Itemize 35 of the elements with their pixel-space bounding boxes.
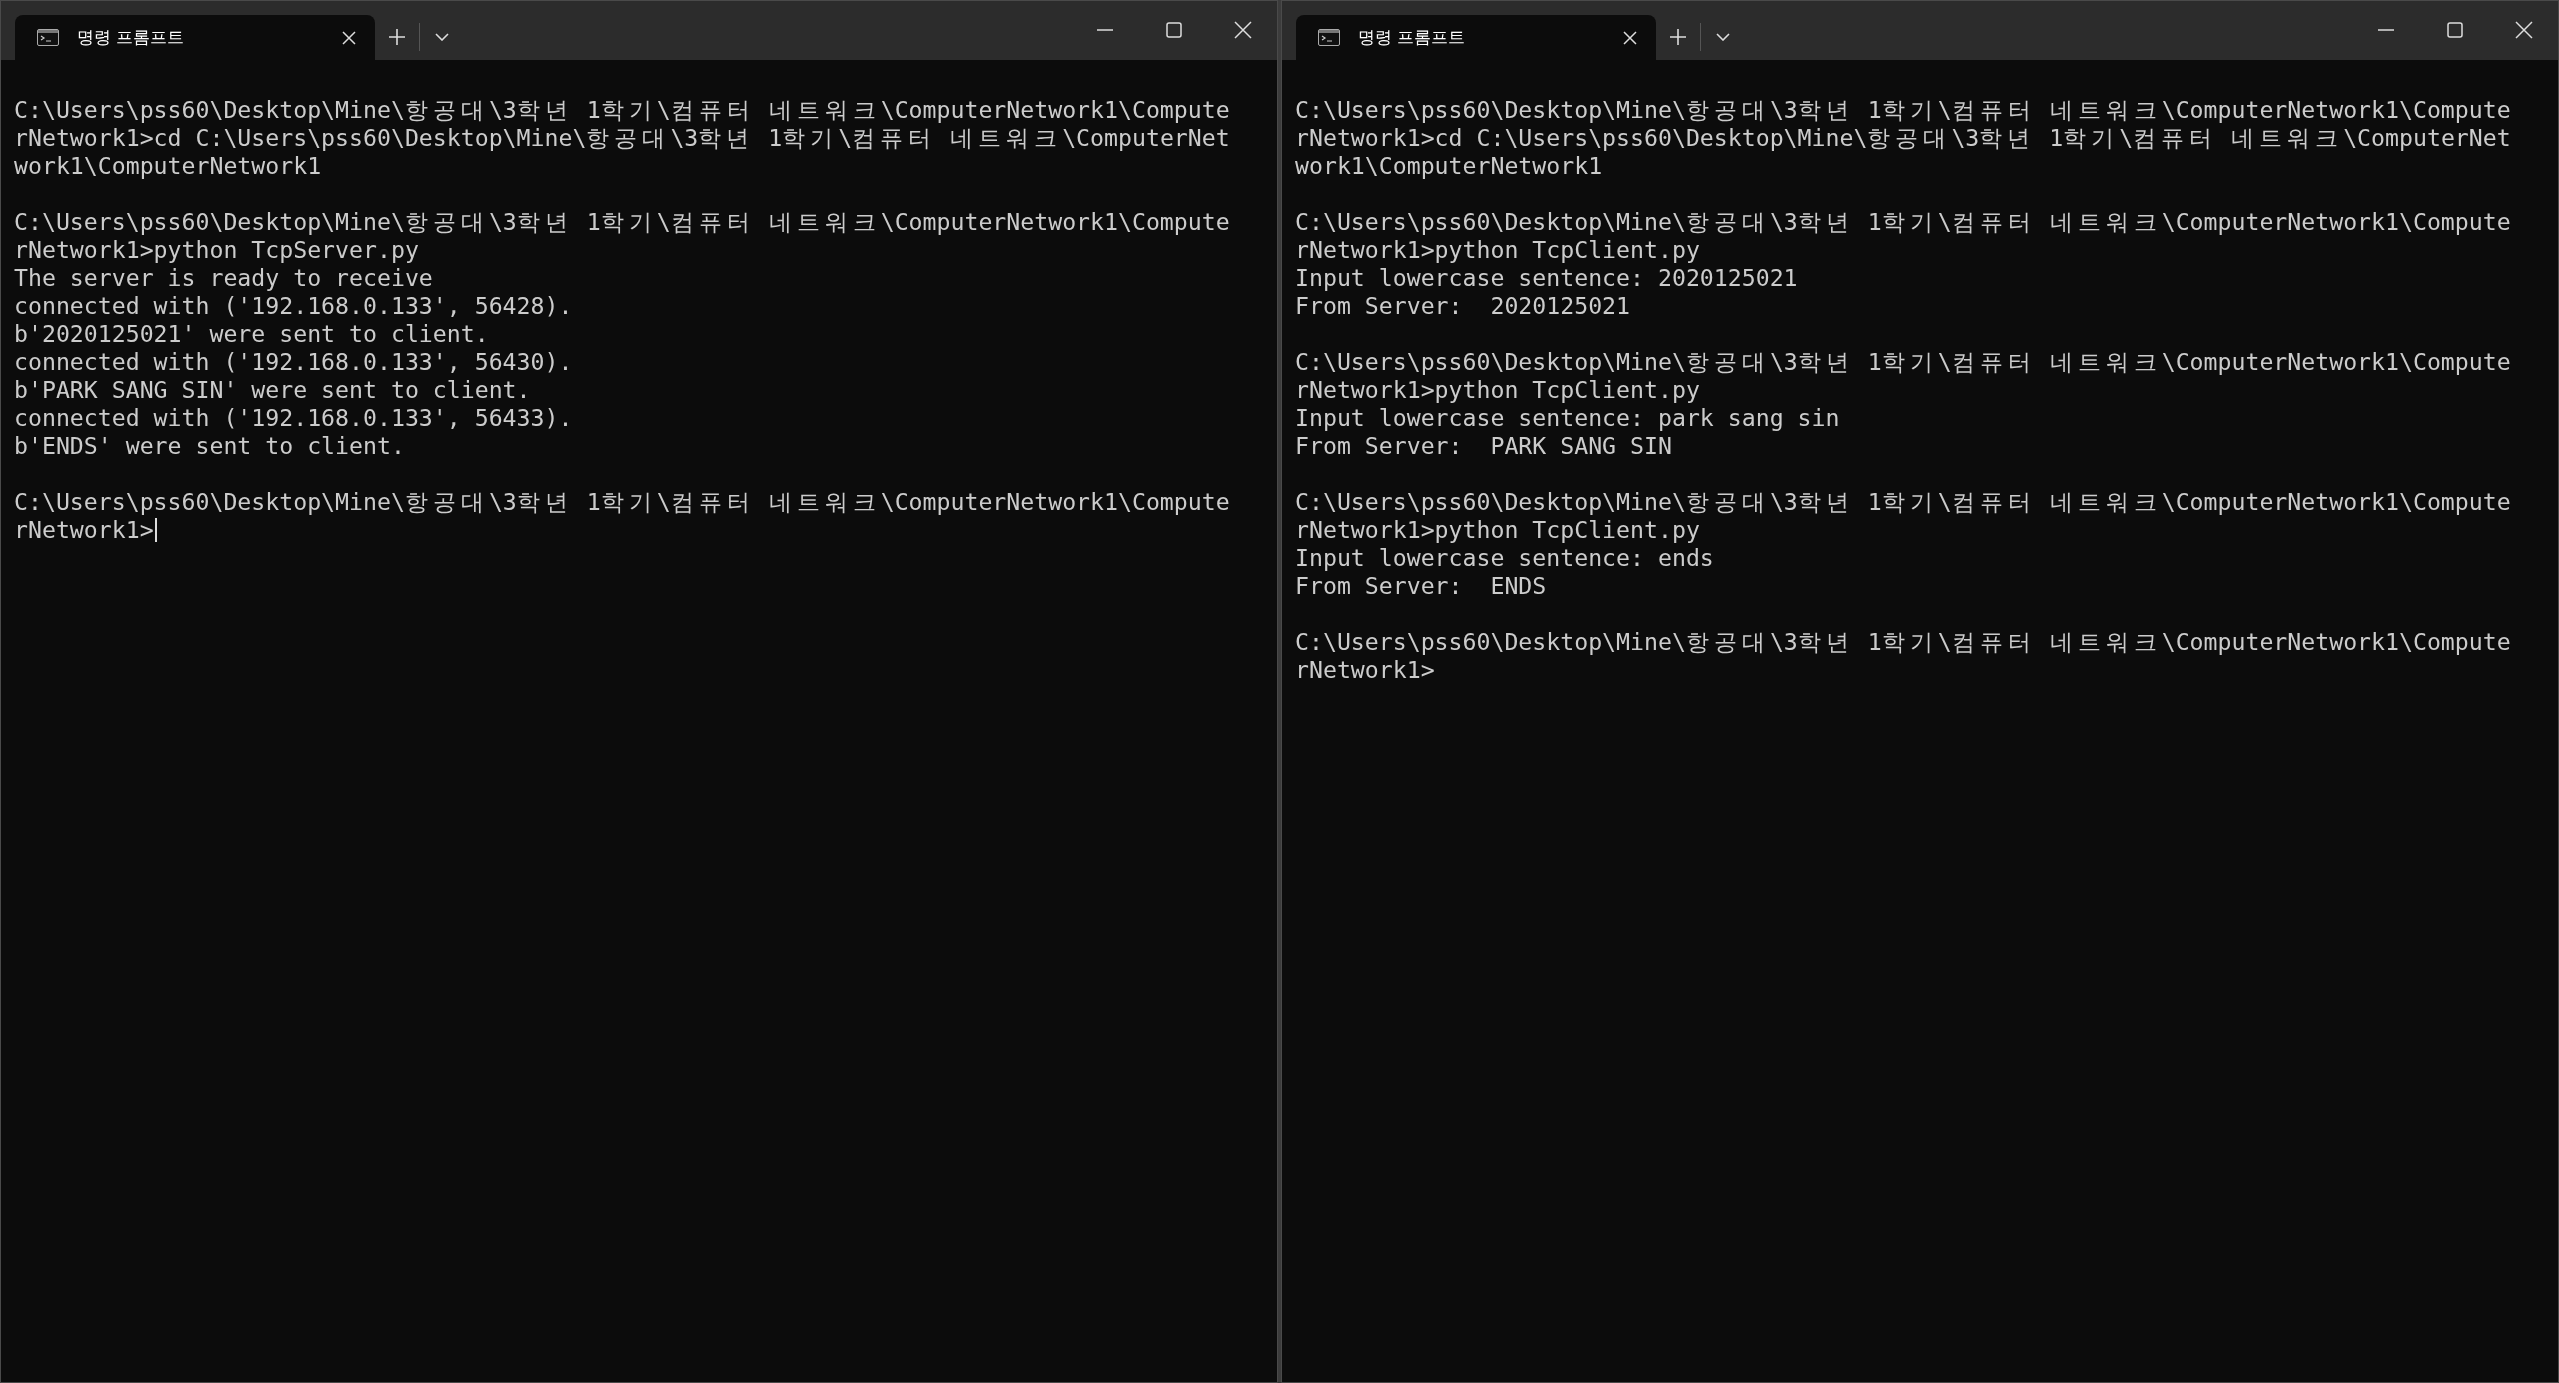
terminal-line: Input lowercase sentence: park sang sin: [1295, 404, 1840, 432]
terminal-line: work1\ComputerNetwork1: [1295, 152, 1603, 180]
terminal-line: b'ENDS' were sent to client.: [14, 432, 405, 460]
terminal-line: rNetwork1>cd C:\Users\pss60\Desktop\Mine\항공대\3학년 1학기\컴퓨터 네트워크\ComputerNet: [14, 124, 1230, 152]
terminal-line: work1\ComputerNetwork1: [14, 152, 322, 180]
terminal-line: connected with ('192.168.0.133', 56430).: [14, 348, 573, 376]
terminal-line: rNetwork1>cd C:\Users\pss60\Desktop\Mine\항공대\3학년 1학기\컴퓨터 네트워크\ComputerNet: [1295, 124, 2511, 152]
terminal-line: C:\Users\pss60\Desktop\Mine\항공대\3학년 1학기\컴퓨터 네트워크\ComputerNetwork1\Compute: [1295, 208, 2511, 236]
terminal-line: rNetwork1>python TcpClient.py: [1295, 236, 1700, 264]
terminal-line: C:\Users\pss60\Desktop\Mine\항공대\3학년 1학기\컴퓨터 네트워크\ComputerNetwork1\Compute: [1295, 488, 2511, 516]
terminal-tab[interactable]: 명령 프롬프트: [15, 15, 375, 60]
terminal-line: connected with ('192.168.0.133', 56428).: [14, 292, 573, 320]
terminal-line: C:\Users\pss60\Desktop\Mine\항공대\3학년 1학기\컴퓨터 네트워크\ComputerNetwork1\Compute: [14, 488, 1230, 516]
terminal-line: From Server: 2020125021: [1295, 292, 1631, 320]
terminal-icon: [37, 29, 59, 46]
terminal-line: C:\Users\pss60\Desktop\Mine\항공대\3학년 1학기\컴퓨터 네트워크\ComputerNetwork1\Compute: [1295, 96, 2511, 124]
terminal-line: C:\Users\pss60\Desktop\Mine\항공대\3학년 1학기\컴퓨터 네트워크\ComputerNetwork1\Compute: [14, 96, 1230, 124]
terminal-line: b'2020125021' were sent to client.: [14, 320, 489, 348]
terminal-tab[interactable]: 명령 프롬프트: [1296, 15, 1656, 60]
terminal-line: C:\Users\pss60\Desktop\Mine\항공대\3학년 1학기\컴퓨터 네트워크\ComputerNetwork1\Compute: [1295, 628, 2511, 656]
terminal-line: Input lowercase sentence: 2020125021: [1295, 264, 1798, 292]
terminal-line: C:\Users\pss60\Desktop\Mine\항공대\3학년 1학기\컴퓨터 네트워크\ComputerNetwork1\Compute: [14, 208, 1230, 236]
terminal-line: The server is ready to receive: [14, 264, 433, 292]
terminal-line: From Server: PARK SANG SIN: [1295, 432, 1672, 460]
terminal-line: C:\Users\pss60\Desktop\Mine\항공대\3학년 1학기\컴퓨터 네트워크\ComputerNetwork1\Compute: [1295, 348, 2511, 376]
terminal-line: connected with ('192.168.0.133', 56433).: [14, 404, 573, 432]
terminal-line: rNetwork1>python TcpServer.py: [14, 236, 419, 264]
terminal-line: rNetwork1>: [1295, 656, 1435, 684]
terminal-line: rNetwork1>python TcpClient.py: [1295, 516, 1700, 544]
terminal-line: Input lowercase sentence: ends: [1295, 544, 1714, 572]
terminal-line: From Server: ENDS: [1295, 572, 1547, 600]
terminal-line: b'PARK SANG SIN' were sent to client.: [14, 376, 531, 404]
terminal-icon: [1318, 29, 1340, 46]
terminal-line: rNetwork1>: [14, 516, 154, 544]
terminal-line: rNetwork1>python TcpClient.py: [1295, 376, 1700, 404]
